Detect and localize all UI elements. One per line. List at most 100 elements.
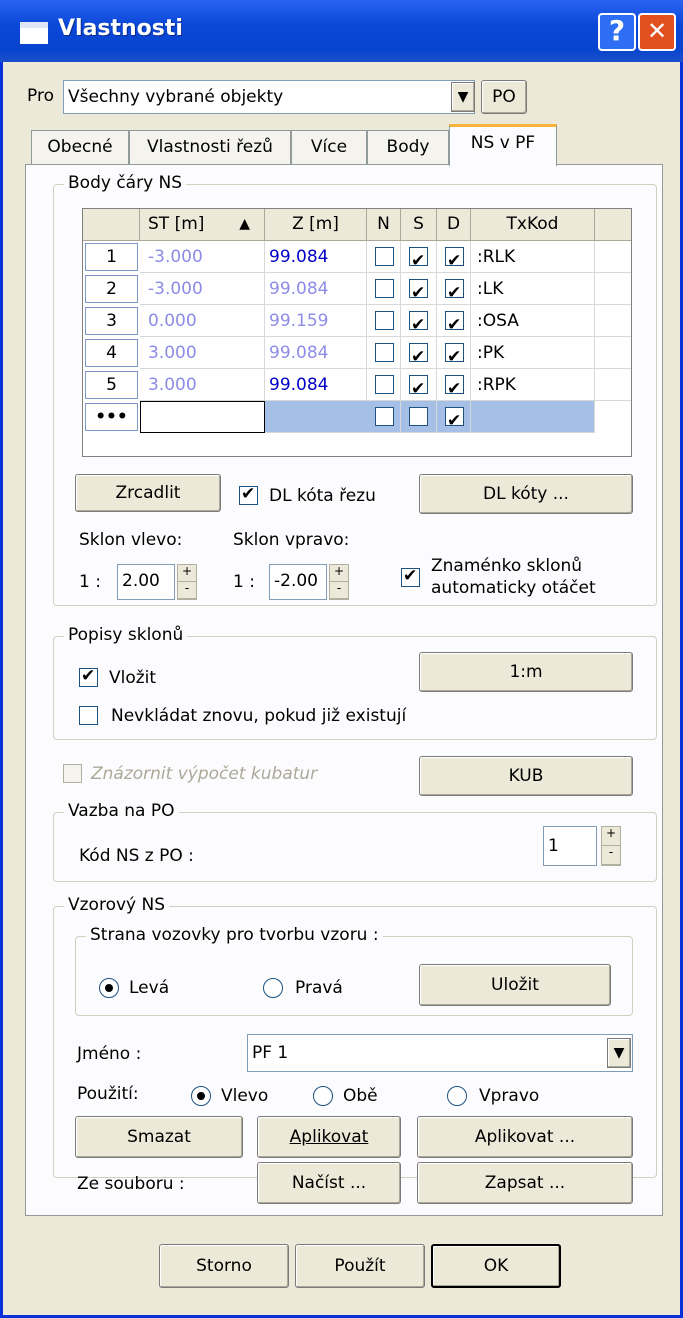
- n-checkbox[interactable]: [375, 407, 394, 426]
- one-m-button[interactable]: 1:m: [419, 652, 633, 692]
- zrcadlit-button[interactable]: Zrcadlit: [75, 474, 221, 512]
- spin-up-icon[interactable]: +: [602, 827, 620, 846]
- cell-n: [367, 401, 401, 433]
- znamenko-checkbox[interactable]: [401, 566, 420, 587]
- cell-z[interactable]: 99.084: [265, 369, 367, 401]
- cell-st[interactable]: 3.000: [140, 369, 265, 401]
- points-grid: ST [m]▲ Z [m] N S D TxKod 1-3.00099.084:…: [82, 208, 632, 457]
- header-txkod[interactable]: TxKod: [471, 209, 595, 241]
- tab-vlastnosti-rezu[interactable]: Vlastnosti řezů: [129, 130, 291, 164]
- header-n[interactable]: N: [367, 209, 401, 241]
- tab-vice[interactable]: Více: [291, 130, 367, 164]
- dl-kota-rezu-checkbox[interactable]: [239, 484, 258, 505]
- new-row-marker[interactable]: •••: [85, 403, 138, 431]
- vzorovy-caption: Vzorový NS: [64, 895, 170, 915]
- d-checkbox[interactable]: [445, 245, 464, 277]
- tab-body[interactable]: Body: [367, 130, 449, 164]
- new-row-st-input[interactable]: [140, 401, 265, 433]
- cell-st[interactable]: 3.000: [140, 337, 265, 369]
- leva-radio[interactable]: [99, 978, 119, 998]
- kod-ns-label: Kód NS z PO :: [79, 846, 194, 866]
- tab-ns-v-pf[interactable]: NS v PF: [449, 124, 557, 166]
- n-checkbox[interactable]: [375, 311, 394, 330]
- row-number[interactable]: 4: [85, 339, 138, 367]
- sklon-vlevo-input[interactable]: 2.00: [117, 564, 175, 600]
- aplikovat-more-button[interactable]: Aplikovat ...: [417, 1116, 633, 1158]
- ok-button[interactable]: OK: [431, 1244, 561, 1288]
- n-checkbox[interactable]: [375, 375, 394, 394]
- spin-down-icon[interactable]: -: [178, 582, 196, 599]
- tab-obecne[interactable]: Obecné: [31, 130, 129, 164]
- cell-txkod[interactable]: :RLK: [471, 241, 595, 273]
- nevkladat-checkbox[interactable]: [79, 706, 98, 725]
- sklon-vlevo-spinner[interactable]: + -: [177, 564, 197, 600]
- vlozit-checkbox[interactable]: [79, 666, 98, 687]
- header-z[interactable]: Z [m]: [265, 209, 367, 241]
- prava-radio[interactable]: [263, 978, 283, 998]
- cell-st[interactable]: 0.000: [140, 305, 265, 337]
- help-icon[interactable]: ?: [598, 13, 636, 51]
- header-s[interactable]: S: [401, 209, 437, 241]
- cell-txkod[interactable]: :LK: [471, 273, 595, 305]
- pro-select[interactable]: Všechny vybrané objekty: [63, 80, 475, 114]
- cell-txkod[interactable]: :PK: [471, 337, 595, 369]
- ulozit-button[interactable]: Uložit: [419, 964, 611, 1006]
- row-number[interactable]: 5: [85, 371, 138, 399]
- dl-koty-button[interactable]: DL kóty ...: [419, 474, 633, 514]
- sklon-vpravo-spinner[interactable]: + -: [329, 564, 349, 600]
- cell-spacer: [595, 337, 631, 369]
- vlevo-radio[interactable]: [191, 1086, 211, 1106]
- s-checkbox[interactable]: [409, 407, 428, 426]
- row-number[interactable]: 2: [85, 275, 138, 303]
- obe-radio[interactable]: [313, 1086, 333, 1106]
- zapsat-button[interactable]: Zapsat ...: [417, 1162, 633, 1204]
- jmeno-select[interactable]: PF 1: [247, 1034, 633, 1072]
- row-number[interactable]: 1: [85, 243, 138, 271]
- spin-up-icon[interactable]: +: [330, 565, 348, 582]
- cell-z[interactable]: 99.084: [265, 337, 367, 369]
- n-checkbox[interactable]: [375, 247, 394, 266]
- kod-ns-spinner[interactable]: + -: [601, 826, 621, 866]
- cell-txkod[interactable]: :RPK: [471, 369, 595, 401]
- cell-st[interactable]: -3.000: [140, 241, 265, 273]
- header-d[interactable]: D: [437, 209, 471, 241]
- smazat-button[interactable]: Smazat: [75, 1116, 243, 1158]
- pouzit-button[interactable]: Použít: [295, 1244, 425, 1288]
- n-checkbox[interactable]: [375, 343, 394, 362]
- s-checkbox[interactable]: [409, 277, 428, 309]
- header-st[interactable]: ST [m] ▲: [140, 209, 265, 241]
- cell-txkod[interactable]: :OSA: [471, 305, 595, 337]
- s-checkbox[interactable]: [409, 341, 428, 373]
- d-checkbox[interactable]: [445, 405, 464, 437]
- kubatur-checkbox[interactable]: [63, 764, 82, 783]
- kub-button[interactable]: KUB: [419, 756, 633, 796]
- vpravo-radio[interactable]: [447, 1086, 467, 1106]
- d-checkbox[interactable]: [445, 277, 464, 309]
- cell-z[interactable]: 99.084: [265, 273, 367, 305]
- storno-button[interactable]: Storno: [159, 1244, 289, 1288]
- cell-z[interactable]: 99.084: [265, 241, 367, 273]
- aplikovat-button[interactable]: Aplikovat: [257, 1116, 401, 1158]
- spin-down-icon[interactable]: -: [330, 582, 348, 599]
- kod-ns-input[interactable]: 1: [543, 826, 597, 866]
- d-checkbox[interactable]: [445, 373, 464, 405]
- close-icon[interactable]: ✕: [638, 13, 676, 51]
- cell-z[interactable]: 99.159: [265, 305, 367, 337]
- spin-up-icon[interactable]: +: [178, 565, 196, 582]
- cell-s: [401, 401, 437, 433]
- title-bar[interactable]: Vlastnosti ? ✕: [0, 0, 683, 62]
- d-checkbox[interactable]: [445, 309, 464, 341]
- s-checkbox[interactable]: [409, 373, 428, 405]
- d-checkbox[interactable]: [445, 341, 464, 373]
- chevron-down-icon[interactable]: ▼: [607, 1038, 631, 1068]
- n-checkbox[interactable]: [375, 279, 394, 298]
- row-number[interactable]: 3: [85, 307, 138, 335]
- chevron-down-icon[interactable]: ▼: [451, 82, 475, 112]
- po-button[interactable]: PO: [481, 80, 527, 114]
- sklon-vpravo-input[interactable]: -2.00: [269, 564, 327, 600]
- cell-st[interactable]: -3.000: [140, 273, 265, 305]
- s-checkbox[interactable]: [409, 245, 428, 277]
- s-checkbox[interactable]: [409, 309, 428, 341]
- spin-down-icon[interactable]: -: [602, 846, 620, 865]
- nacist-button[interactable]: Načíst ...: [257, 1162, 401, 1204]
